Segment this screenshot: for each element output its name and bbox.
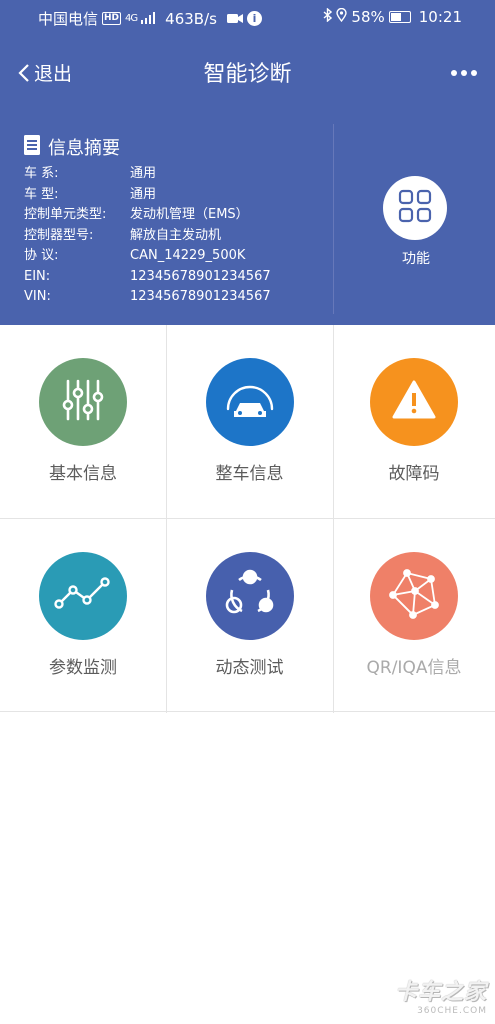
feature-grid: 基本信息 整车信息 故障码 参数监测 动态测试 QR/IQA信息 xyxy=(0,325,495,713)
summary-key: 车 型: xyxy=(24,186,59,202)
tile-basic-info[interactable]: 基本信息 xyxy=(0,358,166,485)
function-label: 功能 xyxy=(402,251,430,267)
status-left: 中国电信 HD 4G 463B/s i xyxy=(38,8,262,29)
summary-row: 协 议: CAN_14229_500K xyxy=(24,246,271,267)
warning-icon xyxy=(391,379,437,425)
grid-apps-icon xyxy=(398,189,432,227)
grid-divider xyxy=(0,518,495,519)
network-icon xyxy=(385,565,443,627)
document-icon xyxy=(24,134,40,160)
network-type: 4G xyxy=(125,13,138,24)
signal-icon xyxy=(141,10,156,28)
tile-label: QR/IQA信息 xyxy=(366,658,462,678)
summary-heading: 信息摘要 xyxy=(24,134,120,160)
summary-value: 发动机管理（EMS） xyxy=(130,207,249,222)
summary-value: 通用 xyxy=(130,186,157,202)
tile-label: 整车信息 xyxy=(215,464,284,484)
status-bar: 中国电信 HD 4G 463B/s i 58% 10:21 xyxy=(0,0,495,34)
tile-dynamic-test[interactable]: 动态测试 xyxy=(166,552,333,679)
tile-qr-iqa-info[interactable]: QR/IQA信息 xyxy=(346,552,482,679)
grid-divider xyxy=(0,711,495,712)
tile-label: 基本信息 xyxy=(49,464,117,484)
summary-row: 控制单元类型: 发动机管理（EMS） xyxy=(24,205,271,226)
share-nodes-icon xyxy=(222,566,278,626)
summary-value: 通用 xyxy=(130,166,157,181)
page-title: 智能诊断 xyxy=(203,62,292,87)
bluetooth-icon xyxy=(323,7,333,26)
tile-icon-circle xyxy=(370,552,458,640)
summary-rows: 车 系: 通用 车 型: 通用 控制单元类型: 发动机管理（EMS） 控制器型号: 解放… xyxy=(24,164,271,308)
summary-key: 协 议: xyxy=(24,248,59,263)
summary-row: EIN: 12345678901234567 xyxy=(24,267,271,288)
function-button[interactable]: 功能 xyxy=(383,176,449,268)
more-menu-icon[interactable] xyxy=(451,70,477,76)
summary-title: 信息摘要 xyxy=(48,138,120,159)
tile-icon-circle xyxy=(205,358,294,446)
hd-icon: HD xyxy=(102,12,122,25)
info-summary-panel: 信息摘要 车 系: 通用 车 型: 通用 控制单元类型: 发动机管理（EMS） 控制器… xyxy=(0,114,495,325)
watermark-domain: 360CHE.COM xyxy=(417,1006,487,1016)
tile-parameter-monitor[interactable]: 参数监测 xyxy=(0,552,166,679)
info-icon: i xyxy=(246,11,262,26)
location-icon xyxy=(336,7,348,26)
battery-icon xyxy=(388,11,411,23)
tile-icon-circle xyxy=(370,358,458,446)
summary-row: 控制器型号: 解放自主发动机 xyxy=(24,226,271,247)
tile-fault-code[interactable]: 故障码 xyxy=(333,358,495,485)
summary-key: EIN: xyxy=(24,268,51,284)
tile-label: 参数监测 xyxy=(49,658,117,678)
summary-divider xyxy=(333,124,334,314)
tile-icon-circle xyxy=(39,358,127,446)
carrier-label: 中国电信 xyxy=(38,10,99,28)
summary-key: 控制器型号: xyxy=(24,227,94,243)
clock: 10:21 xyxy=(418,8,462,26)
watermark-logo: 卡车之家 360CHE.COM xyxy=(395,974,487,1016)
network-speed: 463B/s xyxy=(165,9,217,28)
sliders-icon xyxy=(58,375,108,429)
summary-row: 车 型: 通用 xyxy=(24,185,271,206)
watermark-brand: 卡车之家 xyxy=(394,980,487,1005)
tile-icon-circle xyxy=(39,552,127,640)
line-chart-icon xyxy=(53,576,113,616)
summary-key: VIN: xyxy=(24,289,51,304)
car-icon xyxy=(220,375,280,429)
summary-key: 控制单元类型: xyxy=(24,207,107,222)
summary-key: 车 系: xyxy=(24,166,59,181)
summary-value: CAN_14229_500K xyxy=(130,248,246,263)
function-circle xyxy=(383,176,447,240)
tile-vehicle-info[interactable]: 整车信息 xyxy=(166,358,333,485)
battery-percent: 58% xyxy=(351,8,385,26)
summary-value: 12345678901234567 xyxy=(130,268,271,284)
summary-value: 12345678901234567 xyxy=(130,289,271,304)
tile-icon-circle xyxy=(205,552,294,640)
tile-label: 故障码 xyxy=(388,464,440,484)
summary-row: 车 系: 通用 xyxy=(24,164,271,185)
tile-label: 动态测试 xyxy=(215,658,284,678)
status-right: 58% 10:21 xyxy=(323,7,462,26)
app-header: 退出 智能诊断 xyxy=(0,34,495,114)
summary-row: VIN: 12345678901234567 xyxy=(24,287,271,308)
summary-value: 解放自主发动机 xyxy=(130,227,222,243)
video-icon xyxy=(226,10,243,28)
